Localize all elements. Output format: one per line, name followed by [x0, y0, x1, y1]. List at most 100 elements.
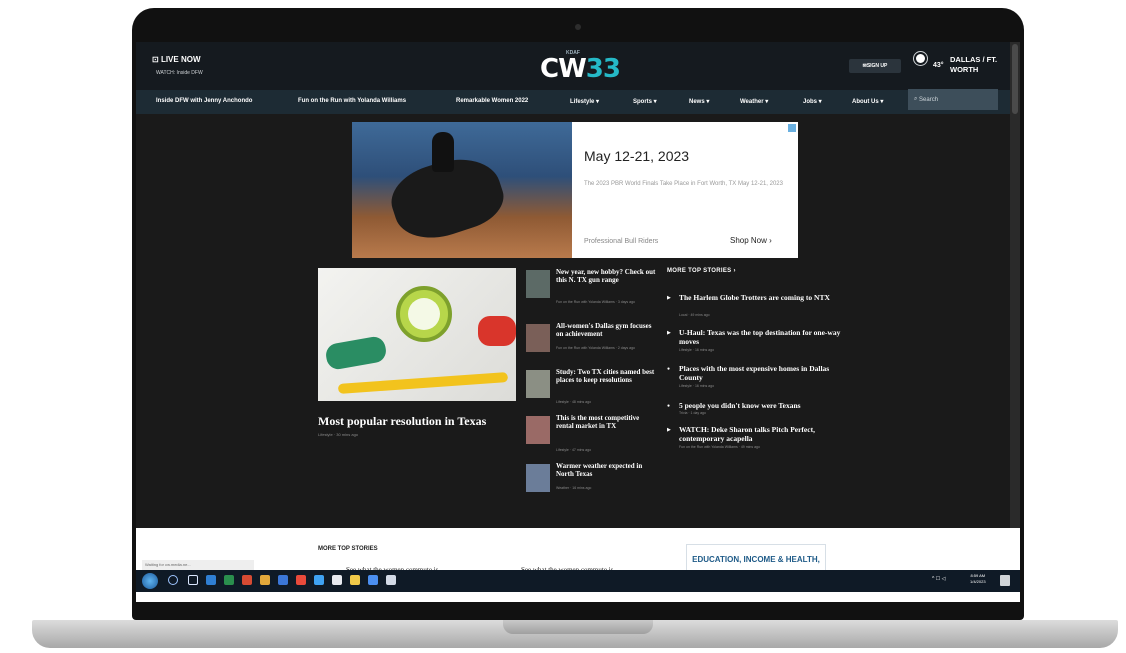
excel-icon[interactable] — [224, 575, 234, 585]
app-icon[interactable] — [332, 575, 342, 585]
fruit-bowl-shape — [478, 316, 516, 346]
search-input[interactable]: ⌕ Search — [908, 89, 998, 110]
powerpoint-icon[interactable] — [242, 575, 252, 585]
measuring-tape-shape — [337, 372, 509, 394]
story-meta: Lifestyle · 48 mins ago — [556, 400, 592, 404]
browser-active-icon[interactable] — [296, 575, 306, 585]
main-nav: Inside DFW with Jenny Anchondo Fun on th… — [136, 90, 1010, 114]
story-title[interactable]: All-women's Dallas gym focuses on achiev… — [556, 322, 658, 338]
rider-shape — [432, 132, 454, 172]
browser-status: Waiting for cw.media.ne... — [142, 560, 254, 570]
bullet-icon: ● — [667, 403, 671, 409]
story-thumbnail — [526, 416, 550, 444]
adchoices-icon[interactable] — [788, 124, 796, 132]
lead-story-title[interactable]: Most popular resolution in Texas — [318, 414, 528, 429]
story-title[interactable]: Places with the most expensive homes in … — [679, 364, 842, 382]
ad-image — [352, 122, 572, 258]
story-title[interactable]: U-Haul: Texas was the top destination fo… — [679, 328, 842, 346]
nav-item-news[interactable]: News ▾ — [689, 98, 709, 105]
ad-brand: Professional Bull Riders — [584, 238, 659, 245]
lower-heading[interactable]: MORE TOP STORIES — [318, 546, 378, 552]
live-now-label: LIVE NOW — [160, 55, 201, 64]
task-view-icon[interactable] — [188, 575, 198, 585]
lead-story-image[interactable] — [318, 268, 516, 401]
dumbbell-shape — [324, 334, 388, 372]
list-item[interactable]: Warmer weather expected in North Texas W… — [526, 462, 656, 508]
nav-item-about[interactable]: About Us ▾ — [852, 98, 883, 105]
story-thumbnail — [526, 370, 550, 398]
search-icon[interactable] — [168, 575, 178, 585]
nav-item-inside-dfw[interactable]: Inside DFW with Jenny Anchondo — [156, 98, 252, 104]
search-placeholder: Search — [919, 96, 939, 103]
story-thumbnail — [526, 324, 550, 352]
story-title[interactable]: Warmer weather expected in North Texas — [556, 462, 658, 478]
nav-item-sports[interactable]: Sports ▾ — [633, 98, 657, 105]
list-item[interactable]: Study: Two TX cities named best places t… — [526, 368, 656, 414]
live-sub[interactable]: WATCH: Inside DFW — [156, 70, 203, 76]
story-meta: Trivia · 1 day ago — [679, 411, 706, 415]
nav-item-weather[interactable]: Weather ▾ — [740, 98, 768, 105]
edge-icon[interactable] — [206, 575, 216, 585]
nav-item-fun-on-the-run[interactable]: Fun on the Run with Yolanda Williams — [298, 98, 406, 104]
temperature: 43° — [933, 62, 944, 69]
ad-banner[interactable]: May 12-21, 2023 The 2023 PBR World Final… — [352, 122, 798, 258]
signup-label: SIGN UP — [866, 63, 888, 69]
story-meta: Lifestyle · 16 mins ago — [679, 384, 715, 388]
story-meta: Weather · 16 mins ago — [556, 486, 592, 490]
clock-face-shape — [408, 298, 440, 330]
word-icon[interactable] — [278, 575, 288, 585]
list-item[interactable]: New year, new hobby? Check out this N. T… — [526, 268, 656, 314]
ad-shop-now-button[interactable]: Shop Now › — [730, 236, 772, 245]
lead-story-meta: Lifestyle · 30 mins ago — [318, 432, 359, 437]
story-meta: Local · 49 mins ago — [679, 313, 710, 317]
story-meta: Lifestyle · 16 mins ago — [679, 348, 715, 352]
city-label[interactable]: DALLAS / FT. WORTH — [950, 55, 1010, 75]
story-meta: Fun on the Run with Yolanda Williams · 4… — [679, 445, 760, 449]
notification-icon[interactable] — [1000, 575, 1010, 586]
list-item[interactable]: All-women's Dallas gym focuses on achiev… — [526, 322, 656, 368]
system-tray[interactable]: ^ ☐ ◁ — [932, 576, 945, 582]
play-icon: ▶ — [667, 295, 671, 301]
ad-description: The 2023 PBR World Finals Take Place in … — [584, 181, 783, 187]
story-meta: Lifestyle · 47 mins ago — [556, 448, 592, 452]
app-icon[interactable] — [386, 575, 396, 585]
screen: ⊡ LIVE NOW WATCH: Inside DFW KDAF CW33 ✉… — [136, 42, 1020, 602]
bullet-icon: ● — [667, 366, 671, 372]
list-item[interactable]: This is the most competitive rental mark… — [526, 414, 656, 460]
clock-date: 1/4/2023 — [970, 579, 986, 584]
folder-icon[interactable] — [350, 575, 360, 585]
logo-33: 33 — [585, 54, 621, 84]
taskbar: ^ ☐ ◁ 8:59 AM 1/4/2023 — [136, 570, 1020, 592]
story-thumbnail — [526, 464, 550, 492]
scroll-thumb[interactable] — [1012, 44, 1018, 114]
play-icon: ▶ — [667, 330, 671, 336]
story-title[interactable]: Study: Two TX cities named best places t… — [556, 368, 658, 384]
app-icon[interactable] — [314, 575, 324, 585]
nav-item-lifestyle[interactable]: Lifestyle ▾ — [570, 98, 599, 105]
nav-item-remarkable-women[interactable]: Remarkable Women 2022 — [456, 98, 528, 104]
scrollbar[interactable] — [1010, 42, 1020, 528]
start-button[interactable] — [142, 573, 158, 589]
more-top-stories-heading[interactable]: MORE TOP STORIES › — [667, 268, 736, 274]
logo-cw: CW — [540, 54, 587, 84]
site-header: ⊡ LIVE NOW WATCH: Inside DFW KDAF CW33 ✉… — [136, 42, 1010, 90]
live-now-link[interactable]: ⊡ LIVE NOW — [152, 55, 201, 64]
story-title[interactable]: 5 people you didn't know were Texans — [679, 401, 842, 410]
story-thumbnail — [526, 270, 550, 298]
ad-title: May 12-21, 2023 — [584, 148, 690, 164]
story-title[interactable]: New year, new hobby? Check out this N. T… — [556, 268, 658, 284]
site-logo[interactable]: CW33 — [540, 54, 621, 84]
camera — [575, 24, 581, 30]
chrome-icon[interactable] — [260, 575, 270, 585]
story-title[interactable]: This is the most competitive rental mark… — [556, 414, 658, 430]
sun-icon — [916, 54, 925, 63]
signup-button[interactable]: ✉ SIGN UP — [849, 59, 901, 73]
taskbar-clock[interactable]: 8:59 AM 1/4/2023 — [970, 573, 986, 585]
story-meta: Fun on the Run with Yolanda Williams · 2… — [556, 346, 635, 350]
story-title[interactable]: The Harlem Globe Trotters are coming to … — [679, 293, 842, 302]
nav-item-jobs[interactable]: Jobs ▾ — [803, 98, 822, 105]
play-icon: ▶ — [667, 427, 671, 433]
laptop-notch — [503, 620, 653, 634]
story-title[interactable]: WATCH: Deke Sharon talks Pitch Perfect, … — [679, 425, 842, 443]
app-icon[interactable] — [368, 575, 378, 585]
